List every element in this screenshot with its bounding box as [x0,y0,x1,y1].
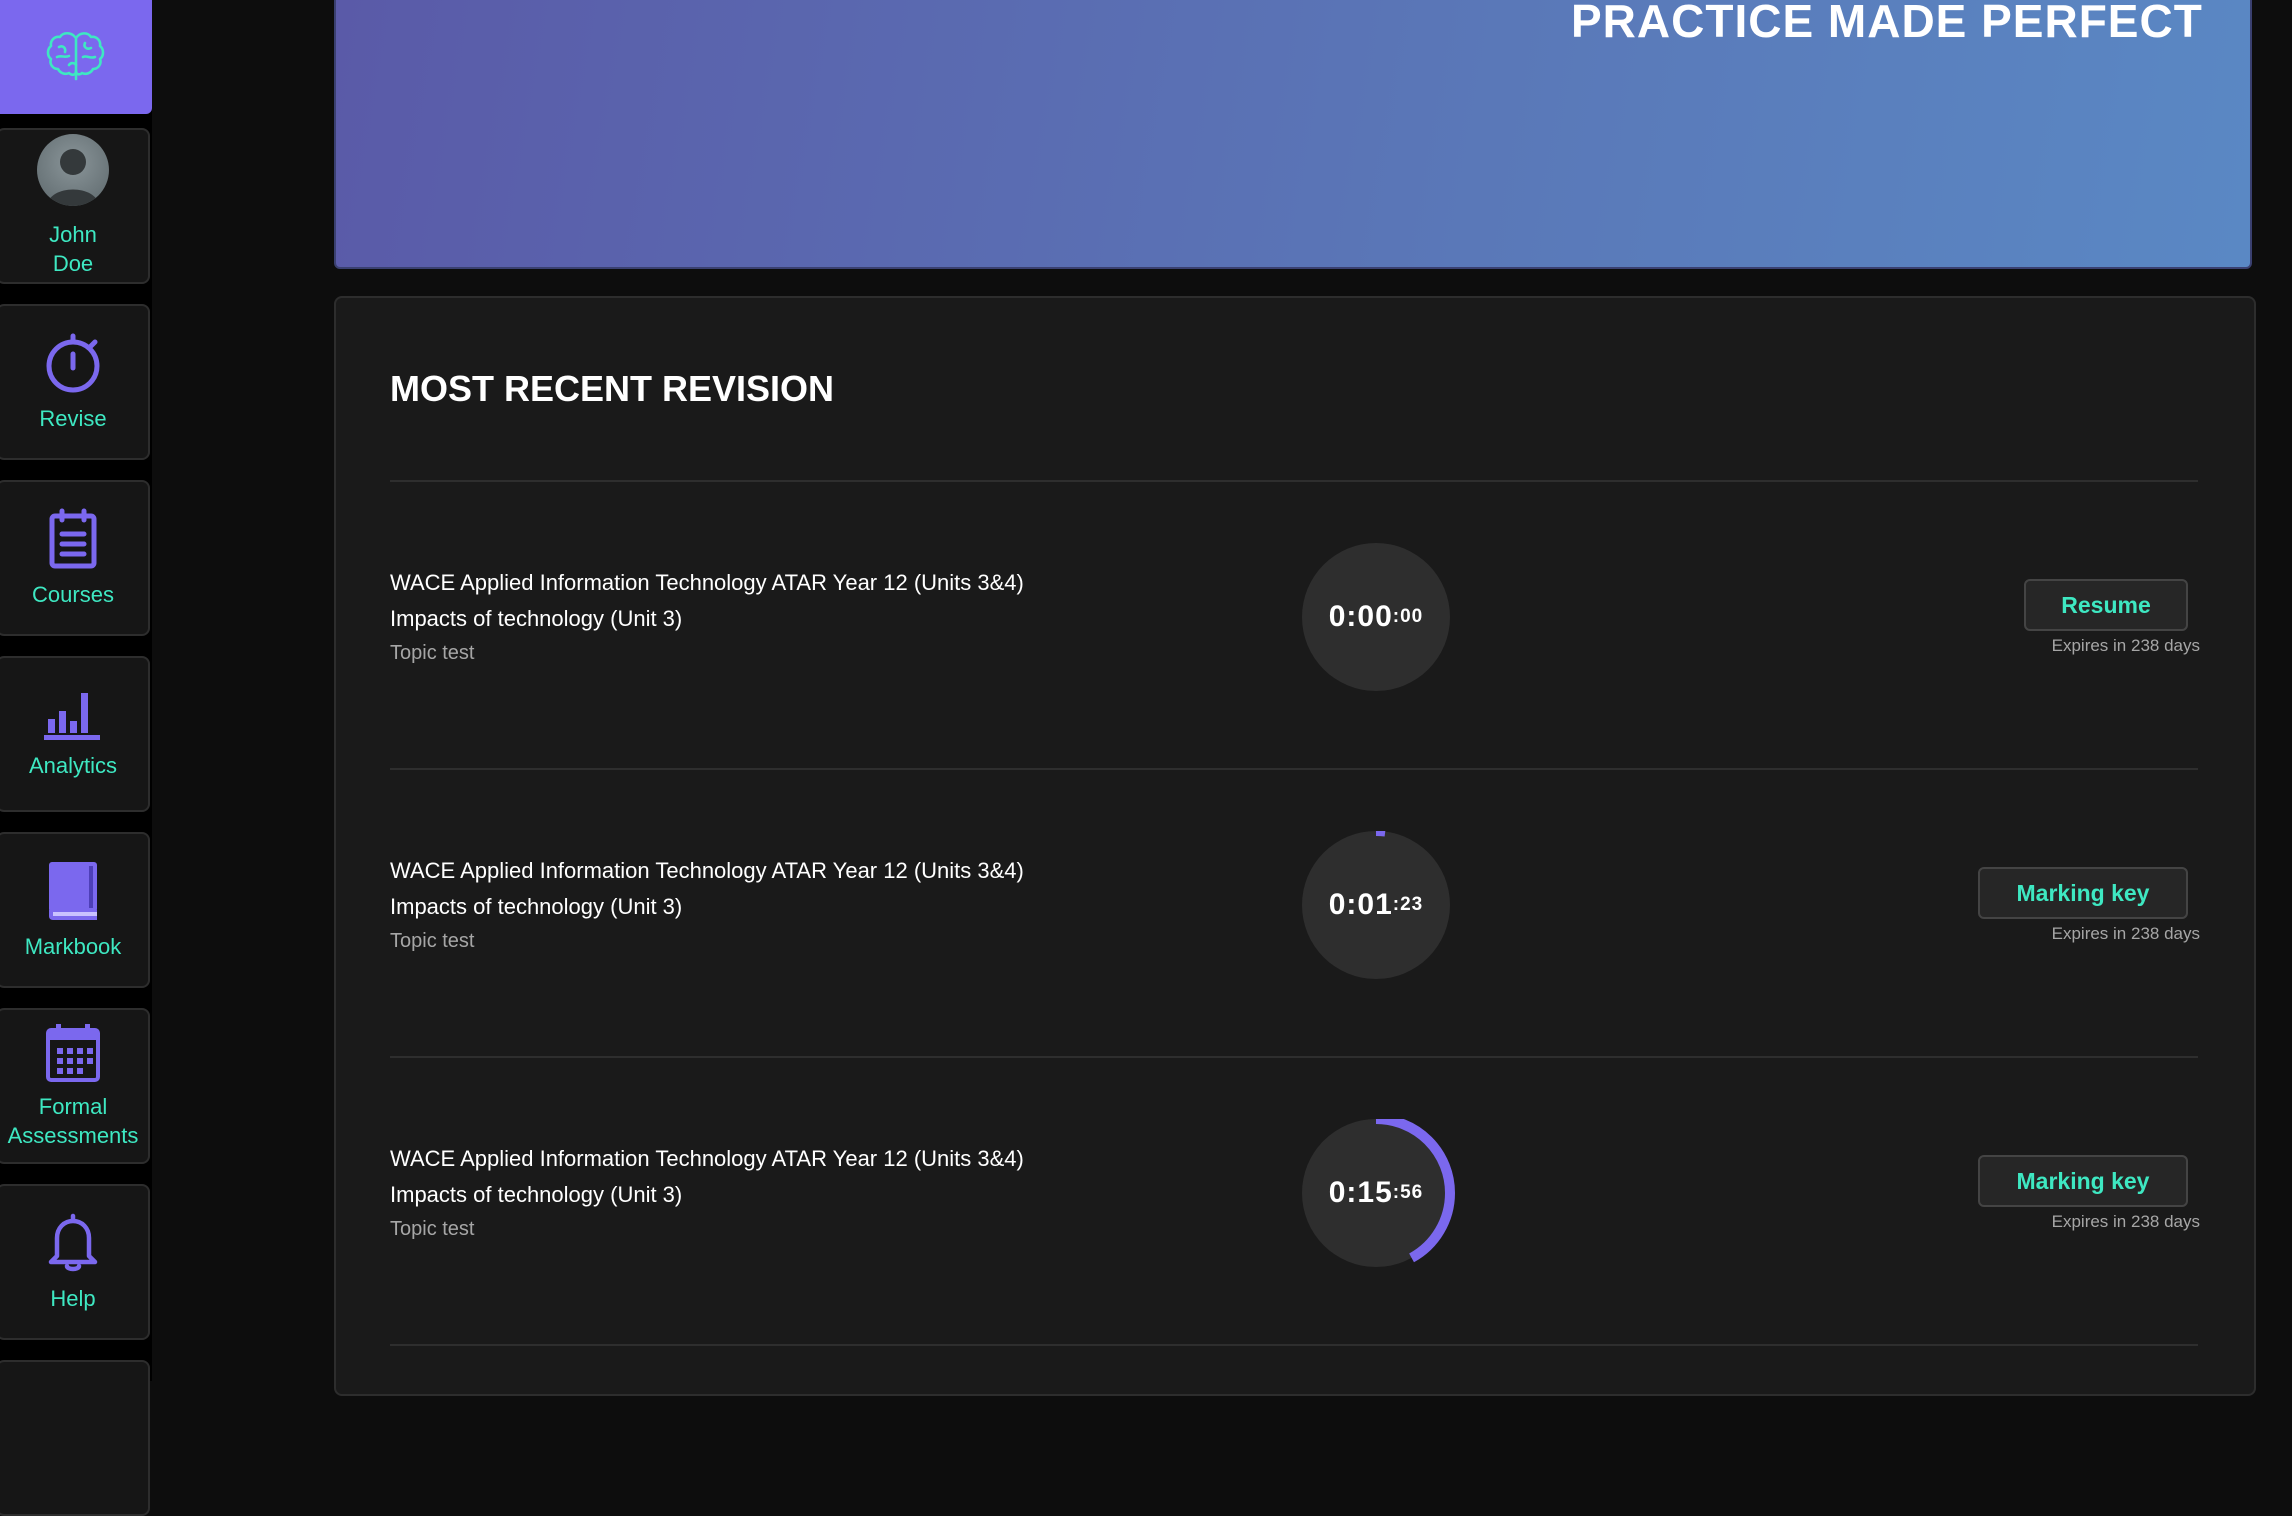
book-icon [49,861,97,920]
timer-text: 0:01:23 [1302,831,1450,979]
sidebar-item-profile[interactable]: John Doe [0,128,150,284]
timer-text: 0:15:56 [1302,1119,1450,1267]
timer-ring: 0:15:56 [1297,1114,1462,1279]
row-topic: Impacts of technology (Unit 3) [390,1182,683,1207]
sidebar: John Doe Revise Courses Analytics Markbo… [0,0,152,1516]
row-type: Topic test [390,642,475,664]
stopwatch-icon [46,333,100,392]
main-content: PRACTICE MADE PERFECT MOST RECENT REVISI… [152,0,2292,1396]
revision-row: WACE Applied Information Technology ATAR… [336,1058,2258,1344]
revision-row: WACE Applied Information Technology ATAR… [336,482,2258,768]
clipboard-icon [49,508,97,568]
recent-revision-panel: MOST RECENT REVISION WACE Applied Inform… [334,296,2256,1396]
revision-row: WACE Applied Information Technology ATAR… [336,770,2258,1056]
sidebar-item-label: Analytics [28,752,118,778]
sidebar-item-formal-assessments[interactable]: Formal Assessments [0,1008,150,1164]
row-course: WACE Applied Information Technology ATAR… [390,570,1024,595]
sidebar-item-markbook[interactable]: Markbook [0,832,150,988]
row-topic: Impacts of technology (Unit 3) [390,894,683,919]
expires-text: Expires in 238 days [2051,924,2200,943]
banner-title: PRACTICE MADE PERFECT [1571,0,2203,47]
timer-seconds: :56 [1392,1182,1424,1203]
row-type: Topic test [390,1218,475,1240]
marking-key-button[interactable]: Marking key [1978,1155,2188,1207]
bar-chart-icon [44,692,100,740]
resume-button[interactable]: Resume [2024,579,2188,631]
sidebar-item-label-line2: Assessments [7,1123,139,1148]
sidebar-item-label: Help [50,1285,96,1311]
timer-ring: 0:01:23 [1297,826,1462,991]
timer-main: 0:00 [1328,600,1393,633]
timer-ring: 0:00:00 [1302,543,1462,703]
user-last-name: Doe [52,251,94,276]
sidebar-item-label: Markbook [24,933,122,959]
row-course: WACE Applied Information Technology ATAR… [390,858,1024,883]
sidebar-item-label: Revise [39,405,107,431]
sidebar-item-courses[interactable]: Courses [0,480,150,636]
divider [390,1344,2198,1346]
timer-seconds: :23 [1392,894,1424,915]
sidebar-item-more[interactable] [0,1360,150,1516]
row-topic: Impacts of technology (Unit 3) [390,606,683,631]
expires-text: Expires in 238 days [2051,1212,2200,1231]
bell-icon [48,1213,98,1271]
sidebar-item-label: Courses [32,581,114,607]
sidebar-item-label-line1: Formal [38,1094,108,1119]
timer-text: 0:00:00 [1302,543,1450,691]
brain-icon [46,31,105,81]
avatar [37,134,109,206]
timer-seconds: :00 [1392,606,1424,627]
sidebar-item-help[interactable]: Help [0,1184,150,1340]
hero-banner: PRACTICE MADE PERFECT [334,0,2252,269]
calendar-icon [46,1024,100,1082]
logo-button[interactable] [0,0,152,114]
section-title: MOST RECENT REVISION [390,368,835,409]
row-type: Topic test [390,930,475,952]
user-first-name: John [49,222,97,247]
sidebar-item-analytics[interactable]: Analytics [0,656,150,812]
row-course: WACE Applied Information Technology ATAR… [390,1146,1024,1171]
marking-key-button[interactable]: Marking key [1978,867,2188,919]
timer-main: 0:15 [1328,1176,1393,1209]
expires-text: Expires in 238 days [2051,636,2200,655]
sidebar-item-revise[interactable]: Revise [0,304,150,460]
timer-main: 0:01 [1328,888,1393,921]
